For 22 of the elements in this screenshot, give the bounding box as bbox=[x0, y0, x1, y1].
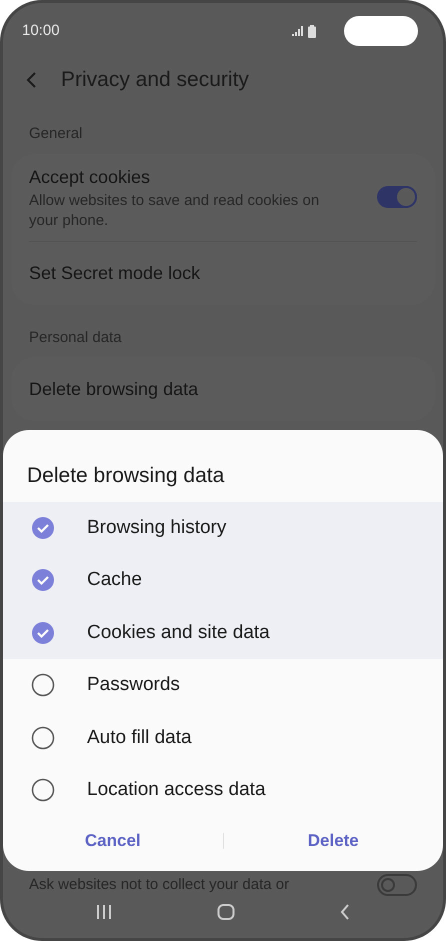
checkbox[interactable] bbox=[31, 673, 55, 698]
checkbox[interactable] bbox=[31, 568, 55, 592]
signal-icon bbox=[292, 26, 304, 36]
toggle-switch[interactable] bbox=[377, 186, 417, 208]
dialog-title: Delete browsing data bbox=[26, 463, 226, 489]
back-nav-icon[interactable] bbox=[340, 904, 350, 920]
option-row[interactable]: Cookies and site data bbox=[3, 606, 443, 659]
checkbox[interactable] bbox=[31, 726, 55, 750]
page-title: Privacy and security bbox=[61, 67, 249, 94]
home-icon[interactable] bbox=[216, 904, 235, 920]
delete-button[interactable]: Delete bbox=[224, 828, 443, 854]
recent-apps-icon[interactable] bbox=[96, 904, 112, 920]
checkbox[interactable] bbox=[31, 620, 55, 645]
back-icon[interactable] bbox=[25, 71, 37, 89]
option-row[interactable]: Browsing history bbox=[3, 502, 443, 554]
status-time: 10:00 bbox=[22, 20, 60, 41]
checkbox[interactable] bbox=[31, 778, 55, 802]
toggle-switch[interactable] bbox=[377, 874, 417, 896]
battery-icon bbox=[308, 24, 316, 38]
checkbox[interactable] bbox=[31, 516, 55, 540]
cancel-button[interactable]: Cancel bbox=[3, 828, 222, 854]
option-row[interactable]: Cache bbox=[3, 554, 443, 606]
